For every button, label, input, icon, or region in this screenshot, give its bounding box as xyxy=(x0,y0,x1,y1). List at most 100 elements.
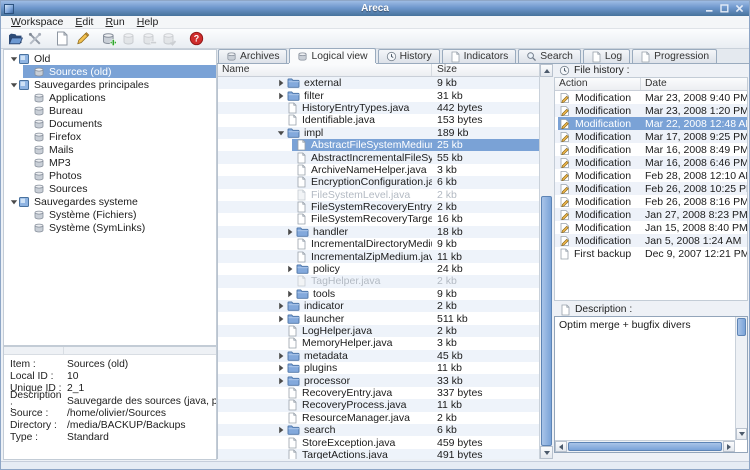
history-row[interactable]: ModificationMar 23, 2008 9:40 PM xyxy=(555,91,747,104)
file-row-folder[interactable]: filter31 kb xyxy=(218,89,539,101)
sidebar-item-firefox[interactable]: Firefox xyxy=(4,130,216,143)
file-row[interactable]: MemoryHelper.java3 kb xyxy=(218,337,539,349)
file-table-header[interactable]: Name Size xyxy=(218,64,553,77)
sidebar-item-syst-me-fichiers-[interactable]: Système (Fichiers) xyxy=(4,208,216,221)
chevron-right-icon[interactable] xyxy=(286,265,294,273)
target-tree[interactable]: OldSources (old)Sauvegardes principalesA… xyxy=(3,49,217,346)
chevron-right-icon[interactable] xyxy=(277,79,285,87)
file-row-folder[interactable]: impl189 kb xyxy=(218,127,539,139)
sidebar-item-bureau[interactable]: Bureau xyxy=(4,104,216,117)
file-row-folder[interactable]: metadata45 kb xyxy=(218,350,539,362)
file-row[interactable]: IncrementalZipMedium.java11 kb xyxy=(218,250,539,262)
file-row-folder[interactable]: launcher511 kb xyxy=(218,312,539,324)
scroll-right-button[interactable] xyxy=(723,441,735,452)
maximize-button[interactable] xyxy=(719,4,729,14)
menu-help[interactable]: Help xyxy=(131,16,165,28)
sidebar-item-sauvegardes-principales[interactable]: Sauvegardes principales xyxy=(4,78,216,91)
history-table-header[interactable]: Action Date xyxy=(555,78,747,91)
history-row[interactable]: ModificationMar 22, 2008 12:48 AM xyxy=(555,117,747,130)
history-row[interactable]: ModificationMar 16, 2008 8:49 PM xyxy=(555,143,747,156)
file-row[interactable]: IncrementalDirectoryMedium.java9 kb xyxy=(218,238,539,250)
scroll-up-button[interactable] xyxy=(540,64,553,77)
chevron-right-icon[interactable] xyxy=(277,92,285,100)
history-row[interactable]: ModificationJan 5, 2008 1:24 AM xyxy=(555,234,747,247)
history-row[interactable]: ModificationJan 15, 2008 8:40 PM xyxy=(555,221,747,234)
sidebar-item-mp3[interactable]: MP3 xyxy=(4,156,216,169)
sidebar-item-photos[interactable]: Photos xyxy=(4,169,216,182)
column-action[interactable]: Action xyxy=(555,78,641,90)
sidebar-item-documents[interactable]: Documents xyxy=(4,117,216,130)
chevron-down-icon[interactable] xyxy=(9,198,18,206)
file-row-folder[interactable]: processor33 kb xyxy=(218,374,539,386)
tab-indicators[interactable]: Indicators xyxy=(442,49,517,63)
tab-history[interactable]: History xyxy=(378,49,440,63)
sidebar-item-applications[interactable]: Applications xyxy=(4,91,216,104)
description-textarea[interactable]: Optim merge + bugfix divers xyxy=(554,316,748,453)
file-row[interactable]: ArchiveNameHelper.java3 kb xyxy=(218,164,539,176)
menu-edit[interactable]: Edit xyxy=(69,16,99,28)
chevron-down-icon[interactable] xyxy=(9,55,18,63)
scroll-down-button[interactable] xyxy=(736,428,747,440)
file-row-folder[interactable]: plugins11 kb xyxy=(218,362,539,374)
chevron-down-icon[interactable] xyxy=(9,81,18,89)
help-button[interactable]: ? xyxy=(186,30,206,48)
new-target-button[interactable] xyxy=(52,30,72,48)
menu-run[interactable]: Run xyxy=(99,16,130,28)
history-row[interactable]: ModificationFeb 26, 2008 10:25 PM xyxy=(555,182,747,195)
history-row[interactable]: ModificationJan 27, 2008 8:23 PM xyxy=(555,208,747,221)
file-row[interactable]: AbstractFileSystemMedium.java25 kb xyxy=(218,139,539,151)
file-row-folder[interactable]: handler18 kb xyxy=(218,226,539,238)
history-row[interactable]: ModificationMar 23, 2008 1:20 PM xyxy=(555,104,747,117)
chevron-right-icon[interactable] xyxy=(286,290,294,298)
chevron-right-icon[interactable] xyxy=(277,315,285,323)
file-table-scrollbar[interactable] xyxy=(539,64,553,459)
file-row[interactable]: TargetActions.java491 bytes xyxy=(218,449,539,459)
history-row[interactable]: ModificationFeb 28, 2008 12:10 AM xyxy=(555,169,747,182)
chevron-right-icon[interactable] xyxy=(277,377,285,385)
file-row[interactable]: Identifiable.java153 bytes xyxy=(218,114,539,126)
close-button[interactable] xyxy=(734,4,744,14)
backup-target-button[interactable] xyxy=(99,30,119,48)
sidebar-item-sources[interactable]: Sources xyxy=(4,182,216,195)
scrollbar-thumb[interactable] xyxy=(541,196,552,446)
column-name[interactable]: Name xyxy=(218,64,432,76)
tab-logical-view[interactable]: Logical view xyxy=(289,48,375,63)
chevron-down-icon[interactable] xyxy=(277,129,285,137)
sidebar-item-sauvegardes-systeme[interactable]: Sauvegardes systeme xyxy=(4,195,216,208)
file-row[interactable]: ResourceManager.java2 kb xyxy=(218,412,539,424)
tab-progression[interactable]: Progression xyxy=(632,49,717,63)
file-row-folder[interactable]: policy24 kb xyxy=(218,263,539,275)
open-workspace-button[interactable] xyxy=(5,30,25,48)
file-row[interactable]: FileSystemLevel.java2 kb xyxy=(218,189,539,201)
file-row-folder[interactable]: external9 kb xyxy=(218,77,539,89)
history-row[interactable]: ModificationFeb 26, 2008 8:16 PM xyxy=(555,195,747,208)
sidebar-item-sources-old-[interactable]: Sources (old) xyxy=(4,65,216,78)
column-size[interactable]: Size xyxy=(432,64,553,76)
title-bar[interactable]: Areca xyxy=(1,1,749,16)
file-row[interactable]: TagHelper.java2 kb xyxy=(218,275,539,287)
file-row[interactable]: StoreException.java459 bytes xyxy=(218,436,539,448)
file-row[interactable]: RecoveryEntry.java337 bytes xyxy=(218,387,539,399)
scrollbar-thumb[interactable] xyxy=(568,442,722,451)
scroll-left-button[interactable] xyxy=(555,441,567,452)
scroll-down-button[interactable] xyxy=(540,446,553,459)
sidebar-item-mails[interactable]: Mails xyxy=(4,143,216,156)
column-date[interactable]: Date xyxy=(641,78,747,90)
sidebar-item-syst-me-symlinks-[interactable]: Système (SymLinks) xyxy=(4,221,216,234)
file-row[interactable]: RecoveryProcess.java11 kb xyxy=(218,399,539,411)
history-row[interactable]: ModificationMar 17, 2008 9:25 PM xyxy=(555,130,747,143)
chevron-right-icon[interactable] xyxy=(277,426,285,434)
chevron-right-icon[interactable] xyxy=(277,364,285,372)
tab-archives[interactable]: Archives xyxy=(218,49,287,63)
file-row-folder[interactable]: indicator2 kb xyxy=(218,300,539,312)
file-row[interactable]: FileSystemRecoveryTarget.java16 kb xyxy=(218,213,539,225)
scrollbar-thumb[interactable] xyxy=(737,318,746,336)
chevron-right-icon[interactable] xyxy=(286,228,294,236)
file-row[interactable]: FileSystemRecoveryEntry.java2 kb xyxy=(218,201,539,213)
history-row[interactable]: First backupDec 9, 2007 12:21 PM xyxy=(555,247,747,260)
edit-target-button[interactable] xyxy=(72,30,92,48)
description-hscrollbar[interactable] xyxy=(555,440,735,452)
file-row-folder[interactable]: search6 kb xyxy=(218,424,539,436)
menu-workspace[interactable]: Workspace xyxy=(5,16,69,28)
history-row[interactable]: ModificationMar 16, 2008 6:46 PM xyxy=(555,156,747,169)
